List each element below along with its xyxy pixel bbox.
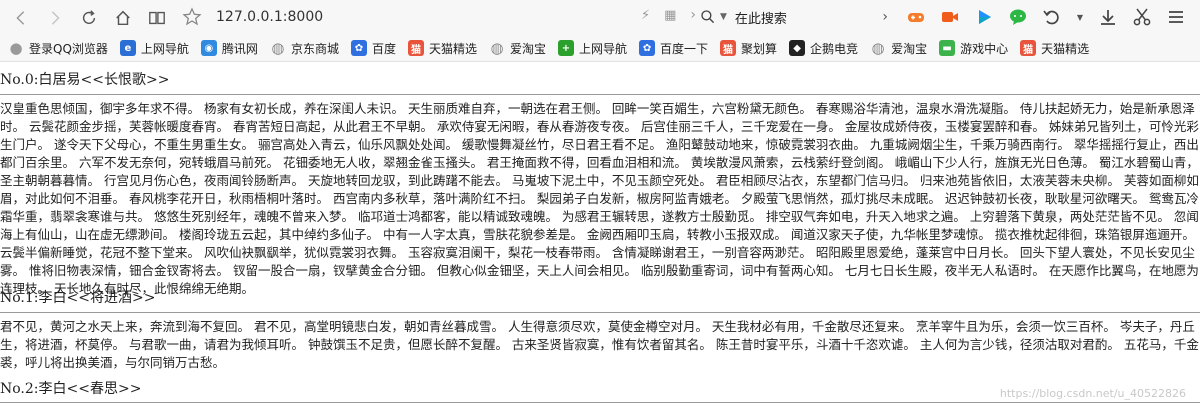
bookmark-item[interactable]: ● 登录QQ浏览器	[8, 39, 108, 57]
browser-toolbar: 127.0.0.1:8000 ⚡ ▦ › ▼ 在此搜索 › ▼	[0, 0, 1200, 35]
star-icon[interactable]	[182, 7, 202, 27]
search-icon	[701, 10, 715, 24]
divider	[0, 402, 1200, 403]
search-box[interactable]: ▼ 在此搜索 ›	[700, 5, 890, 29]
bookmark-item[interactable]: 猫天猫精选	[1020, 40, 1089, 57]
poem-body-0: 汉皇重色思倾国，御宇多年求不得。 杨家有女初长成，养在深闺人未识。 天生丽质难自…	[0, 101, 1199, 296]
hamburger-menu-icon	[1169, 11, 1183, 23]
extension-tools: ▼	[905, 6, 1187, 28]
reload-button[interactable]	[74, 3, 104, 33]
bookmark-item[interactable]: ◍ 爱淘宝	[870, 39, 928, 57]
bookmark-item[interactable]: ◍ 京东商城	[270, 39, 339, 57]
bookmark-label: 游戏中心	[960, 41, 1009, 56]
qr-code-icon[interactable]: ▦	[664, 8, 676, 23]
undo-button[interactable]	[1041, 6, 1063, 28]
back-arrow-icon	[16, 10, 25, 25]
address-bar[interactable]: 127.0.0.1:8000 ⚡ ▦ ›	[176, 3, 696, 31]
page-content: No.0:白居易<<长恨歌>> 汉皇重色思倾国，御宇多年求不得。 杨家有女初长成…	[0, 62, 1200, 406]
bookmark-label: 企鹅电竞	[810, 41, 859, 56]
reading-mode-button[interactable]	[142, 3, 172, 33]
game-extension-button[interactable]	[905, 6, 927, 28]
tmall-icon: 猫	[407, 40, 424, 56]
nav-plus-icon: +	[558, 40, 574, 56]
bookmark-item[interactable]: ▬ 游戏中心	[939, 40, 1008, 57]
play-icon	[979, 10, 991, 24]
back-button[interactable]	[6, 3, 36, 33]
player-extension-button[interactable]	[973, 6, 995, 28]
undo-icon	[1043, 10, 1059, 25]
screenshot-button[interactable]	[1131, 6, 1153, 28]
gamepad-icon: ▬	[939, 40, 956, 56]
poem-title-0: No.0:白居易<<长恨歌>>	[0, 72, 170, 88]
video-camera-icon	[942, 12, 958, 22]
tmall-icon: 猫	[1020, 40, 1037, 56]
forward-button[interactable]	[40, 3, 70, 33]
chevron-down-icon[interactable]: ▼	[720, 12, 727, 22]
bookmark-label: 爱淘宝	[509, 41, 546, 56]
chat-extension-button[interactable]	[1007, 6, 1029, 28]
bookmark-label: 上网导航	[579, 41, 628, 56]
download-button[interactable]	[1097, 6, 1119, 28]
bookmark-label: 天猫精选	[428, 41, 477, 56]
bookmark-item[interactable]: ◉ 腾讯网	[200, 40, 258, 57]
bookmark-item[interactable]: ◆ 企鹅电竞	[789, 40, 858, 57]
divider	[0, 94, 1200, 95]
bookmark-item[interactable]: ✿ 百度	[350, 40, 396, 57]
home-icon	[116, 10, 130, 25]
bookmark-item[interactable]: ◍ 爱淘宝	[489, 39, 546, 57]
lightning-icon[interactable]: ⚡	[641, 8, 650, 23]
search-input[interactable]: 在此搜索	[735, 8, 787, 27]
bookmark-label: 登录QQ浏览器	[29, 41, 108, 56]
penguin-icon: ◆	[789, 40, 806, 56]
tencent-icon: ◉	[200, 40, 217, 56]
bookmark-item[interactable]: 猫聚划算	[720, 40, 777, 57]
bookmarks-bar: ● 登录QQ浏览器 e 上网导航 ◉ 腾讯网 ◍ 京东商城 ✿ 百度猫天猫精选 ◍ 爱淘宝 + 上网导航 ✿…	[0, 35, 1200, 62]
address-bar-tools: ⚡ ▦ ›	[641, 7, 696, 23]
user-icon: ●	[9, 39, 23, 57]
bookmark-label: 百度	[371, 41, 396, 56]
globe-icon: ◍	[490, 39, 504, 57]
url-text[interactable]: 127.0.0.1:8000	[216, 9, 323, 25]
chat-bubble-icon	[1010, 9, 1026, 25]
bookmark-label: 京东商城	[290, 41, 339, 56]
poem-title-1: No.1:李白<<将进酒>>	[0, 290, 156, 306]
bookmark-label: 爱淘宝	[891, 41, 928, 56]
gamepad-icon	[908, 13, 924, 22]
chevron-right-icon[interactable]: ›	[690, 7, 696, 23]
baidu-icon: ✿	[639, 40, 656, 56]
bookmark-item[interactable]: ✿ 百度一下	[639, 40, 708, 57]
home-button[interactable]	[108, 3, 138, 33]
book-icon	[149, 11, 165, 24]
download-icon	[1101, 10, 1115, 25]
bookmark-label: 天猫精选	[1041, 41, 1090, 56]
forward-arrow-icon	[51, 10, 60, 25]
bookmark-label: 腾讯网	[221, 41, 258, 56]
globe-icon: ◍	[271, 39, 285, 57]
bookmark-item[interactable]: e 上网导航	[119, 40, 189, 57]
search-chevron-icon[interactable]: ›	[882, 9, 888, 25]
chevron-down-small-icon: ▼	[1076, 12, 1084, 22]
reload-icon	[82, 9, 96, 24]
poem-title-2: No.2:李白<<春思>>	[0, 381, 142, 397]
poem-body-1: 君不见，黄河之水天上来，奔流到海不复回。 君不见，高堂明镜悲白发，朝如青丝暮成雪…	[0, 319, 1199, 370]
undo-menu-button[interactable]: ▼	[1075, 6, 1085, 28]
bookmark-label: 上网导航	[140, 41, 189, 56]
menu-button[interactable]	[1165, 6, 1187, 28]
bookmark-label: 百度一下	[660, 41, 709, 56]
watermark: https://blog.csdn.net/u_40522826	[999, 387, 1186, 400]
baidu-icon: ✿	[350, 40, 367, 56]
bookmark-item[interactable]: 猫天猫精选	[407, 40, 477, 57]
bookmark-label: 聚划算	[741, 41, 778, 56]
bookmark-item[interactable]: + 上网导航	[558, 40, 627, 57]
ie-icon: e	[119, 40, 136, 56]
scissors-icon	[1133, 8, 1151, 26]
tmall-icon: 猫	[720, 40, 737, 56]
divider	[0, 312, 1200, 313]
globe-icon: ◍	[871, 39, 885, 57]
video-extension-button[interactable]	[939, 6, 961, 28]
